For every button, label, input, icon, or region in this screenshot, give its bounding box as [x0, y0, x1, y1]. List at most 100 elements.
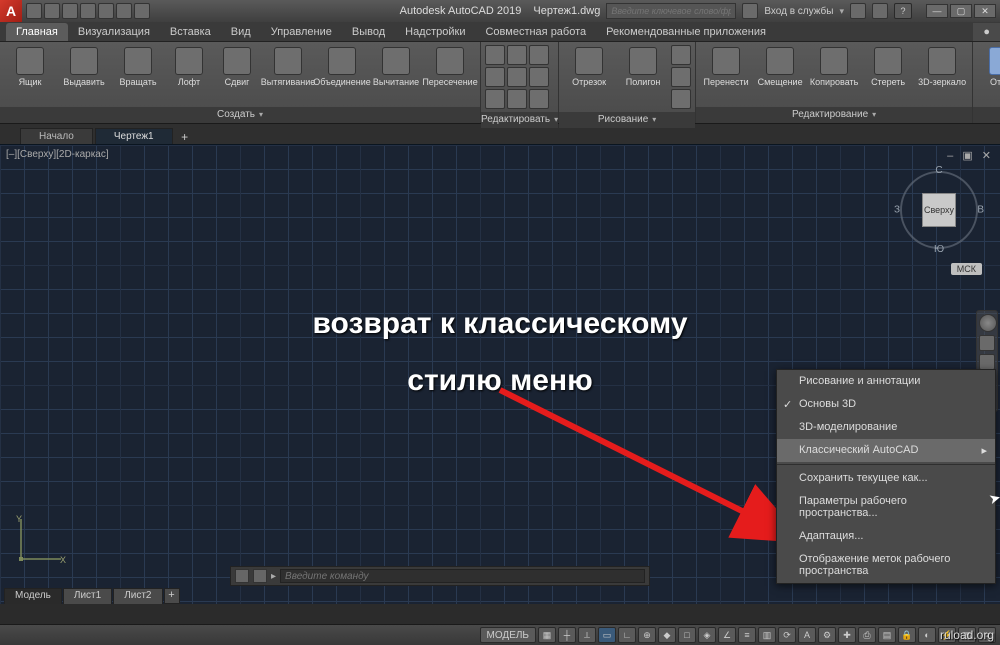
viewcube-south[interactable]: Ю [934, 244, 944, 255]
status-model-button[interactable]: МОДЕЛЬ [480, 627, 536, 643]
status-quickprops-icon[interactable]: ▤ [878, 627, 896, 643]
cmd-subtract[interactable]: Вычитание [370, 45, 422, 89]
cmd-polygon[interactable]: Полигон [617, 45, 669, 89]
qat-saveas-icon[interactable] [80, 3, 96, 19]
status-transparency-icon[interactable]: ▥ [758, 627, 776, 643]
status-isodraft-icon[interactable]: ◆ [658, 627, 676, 643]
cmd-erase[interactable]: Стереть [862, 45, 914, 89]
edit-icon-7[interactable] [529, 45, 549, 65]
pan-icon[interactable] [979, 335, 995, 351]
minimize-button[interactable]: — [926, 4, 948, 18]
status-3dosnap-icon[interactable]: ◈ [698, 627, 716, 643]
ribbon-tab-featured[interactable]: Рекомендованные приложения [596, 23, 776, 41]
file-tab-drawing1[interactable]: Чертеж1 [95, 128, 173, 144]
cmd-customize-icon[interactable] [253, 569, 267, 583]
drawing-area[interactable]: [–][Сверху][2D-каркас] – ▣ ✕ Сверху С Ю … [0, 144, 1000, 604]
status-polar-icon[interactable]: ⊕ [638, 627, 656, 643]
chevron-down-icon[interactable]: ▾ [839, 6, 844, 17]
draw-icon-c[interactable] [671, 89, 691, 109]
ctx-item-saveas[interactable]: Сохранить текущее как... [777, 467, 995, 490]
command-line[interactable]: ▸ [230, 566, 650, 586]
qat-open-icon[interactable] [44, 3, 60, 19]
edit-icon-5[interactable] [507, 67, 527, 87]
status-osnap-icon[interactable]: □ [678, 627, 696, 643]
status-dynamic-icon[interactable]: ▭ [598, 627, 616, 643]
layout-tab-layout2[interactable]: Лист2 [113, 588, 162, 604]
panel-title-create[interactable]: Создать [0, 107, 480, 123]
edit-icon-6[interactable] [507, 89, 527, 109]
qat-save-icon[interactable] [62, 3, 78, 19]
status-snap-icon[interactable]: ┼ [558, 627, 576, 643]
cmd-line[interactable]: Отрезок [563, 45, 615, 89]
cmd-loft[interactable]: Лофт [166, 45, 212, 89]
cmd-extrude[interactable]: Выдавить [58, 45, 110, 89]
cmd-close-icon[interactable] [235, 569, 249, 583]
edit-icon-2[interactable] [485, 67, 505, 87]
status-workspace-icon[interactable]: ⚙ [818, 627, 836, 643]
cmd-filter[interactable]: Отбор [977, 45, 1000, 89]
signin-link[interactable]: Вход в службы [764, 6, 833, 17]
steeringwheel-icon[interactable] [979, 314, 997, 332]
cmd-box[interactable]: Ящик [4, 45, 56, 89]
layout-tab-layout1[interactable]: Лист1 [63, 588, 112, 604]
cmd-revolve[interactable]: Вращать [112, 45, 164, 89]
ctx-item-3dbasics[interactable]: Основы 3D [777, 393, 995, 416]
file-tab-start[interactable]: Начало [20, 128, 93, 144]
panel-title-edit[interactable]: Редактировать [481, 112, 558, 128]
status-ortho-icon[interactable]: ∟ [618, 627, 636, 643]
ctx-item-3dmodeling[interactable]: 3D-моделирование [777, 416, 995, 439]
status-infer-icon[interactable]: ⟂ [578, 627, 596, 643]
viewcube-north[interactable]: С [935, 165, 942, 176]
panel-title-select[interactable]: Выбор [973, 107, 1000, 123]
wcs-badge[interactable]: МСК [951, 263, 982, 275]
ribbon-tab-visualize[interactable]: Визуализация [68, 23, 160, 41]
ribbon-tab-addins[interactable]: Надстройки [395, 23, 475, 41]
status-annotation-icon[interactable]: A [798, 627, 816, 643]
ctx-item-customize[interactable]: Адаптация... [777, 525, 995, 548]
ribbon-tab-manage[interactable]: Управление [261, 23, 342, 41]
panel-title-modify[interactable]: Редактирование [696, 107, 972, 123]
status-annomonitor-icon[interactable]: ✚ [838, 627, 856, 643]
ctx-item-settings[interactable]: Параметры рабочего пространства... [777, 490, 995, 525]
ribbon-tab-home[interactable]: Главная [6, 23, 68, 41]
edit-icon-3[interactable] [485, 89, 505, 109]
command-input[interactable] [280, 569, 645, 583]
ribbon-tab-view[interactable]: Вид [221, 23, 261, 41]
qat-new-icon[interactable] [26, 3, 42, 19]
viewport-label[interactable]: [–][Сверху][2D-каркас] [6, 149, 109, 160]
maximize-button[interactable]: ▢ [950, 4, 972, 18]
viewport-controls[interactable]: – ▣ ✕ [947, 149, 994, 162]
viewcube-west[interactable]: З [894, 205, 900, 216]
app-logo[interactable]: A [0, 0, 22, 22]
edit-icon-8[interactable] [529, 67, 549, 87]
qat-redo-icon[interactable] [134, 3, 150, 19]
status-lockui-icon[interactable]: 🔒 [898, 627, 916, 643]
status-units-icon[interactable]: ⎙ [858, 627, 876, 643]
draw-icon-a[interactable] [671, 45, 691, 65]
status-grid-icon[interactable]: ▦ [538, 627, 556, 643]
cmd-intersect[interactable]: Пересечение [424, 45, 476, 89]
cmd-union[interactable]: Объединение [316, 45, 368, 89]
status-isolate-icon[interactable]: ◐ [918, 627, 936, 643]
viewcube-face[interactable]: Сверху [922, 193, 956, 227]
viewcube-east[interactable]: В [977, 205, 984, 216]
cmd-presspull[interactable]: Вытягивание [262, 45, 314, 89]
viewcube[interactable]: Сверху С Ю В З [894, 165, 984, 255]
qat-plot-icon[interactable] [98, 3, 114, 19]
cmd-offset[interactable]: Смещение [754, 45, 806, 89]
layout-tab-add-button[interactable]: + [164, 588, 180, 604]
ribbon-tab-collaborate[interactable]: Совместная работа [475, 23, 596, 41]
cmd-move[interactable]: Перенести [700, 45, 752, 89]
cmd-3dmirror[interactable]: 3D-зеркало [916, 45, 968, 89]
status-otrack-icon[interactable]: ∠ [718, 627, 736, 643]
edit-icon-9[interactable] [529, 89, 549, 109]
file-tab-add-button[interactable]: + [175, 130, 195, 144]
cmd-copy[interactable]: Копировать [808, 45, 860, 89]
signin-icon[interactable] [742, 3, 758, 19]
ctx-item-classic[interactable]: Классический AutoCAD [777, 439, 995, 462]
exchange-icon[interactable] [850, 3, 866, 19]
edit-icon-1[interactable] [485, 45, 505, 65]
cmd-sweep[interactable]: Сдвиг [214, 45, 260, 89]
ctx-item-drafting[interactable]: Рисование и аннотации [777, 370, 995, 393]
status-lineweight-icon[interactable]: ≡ [738, 627, 756, 643]
